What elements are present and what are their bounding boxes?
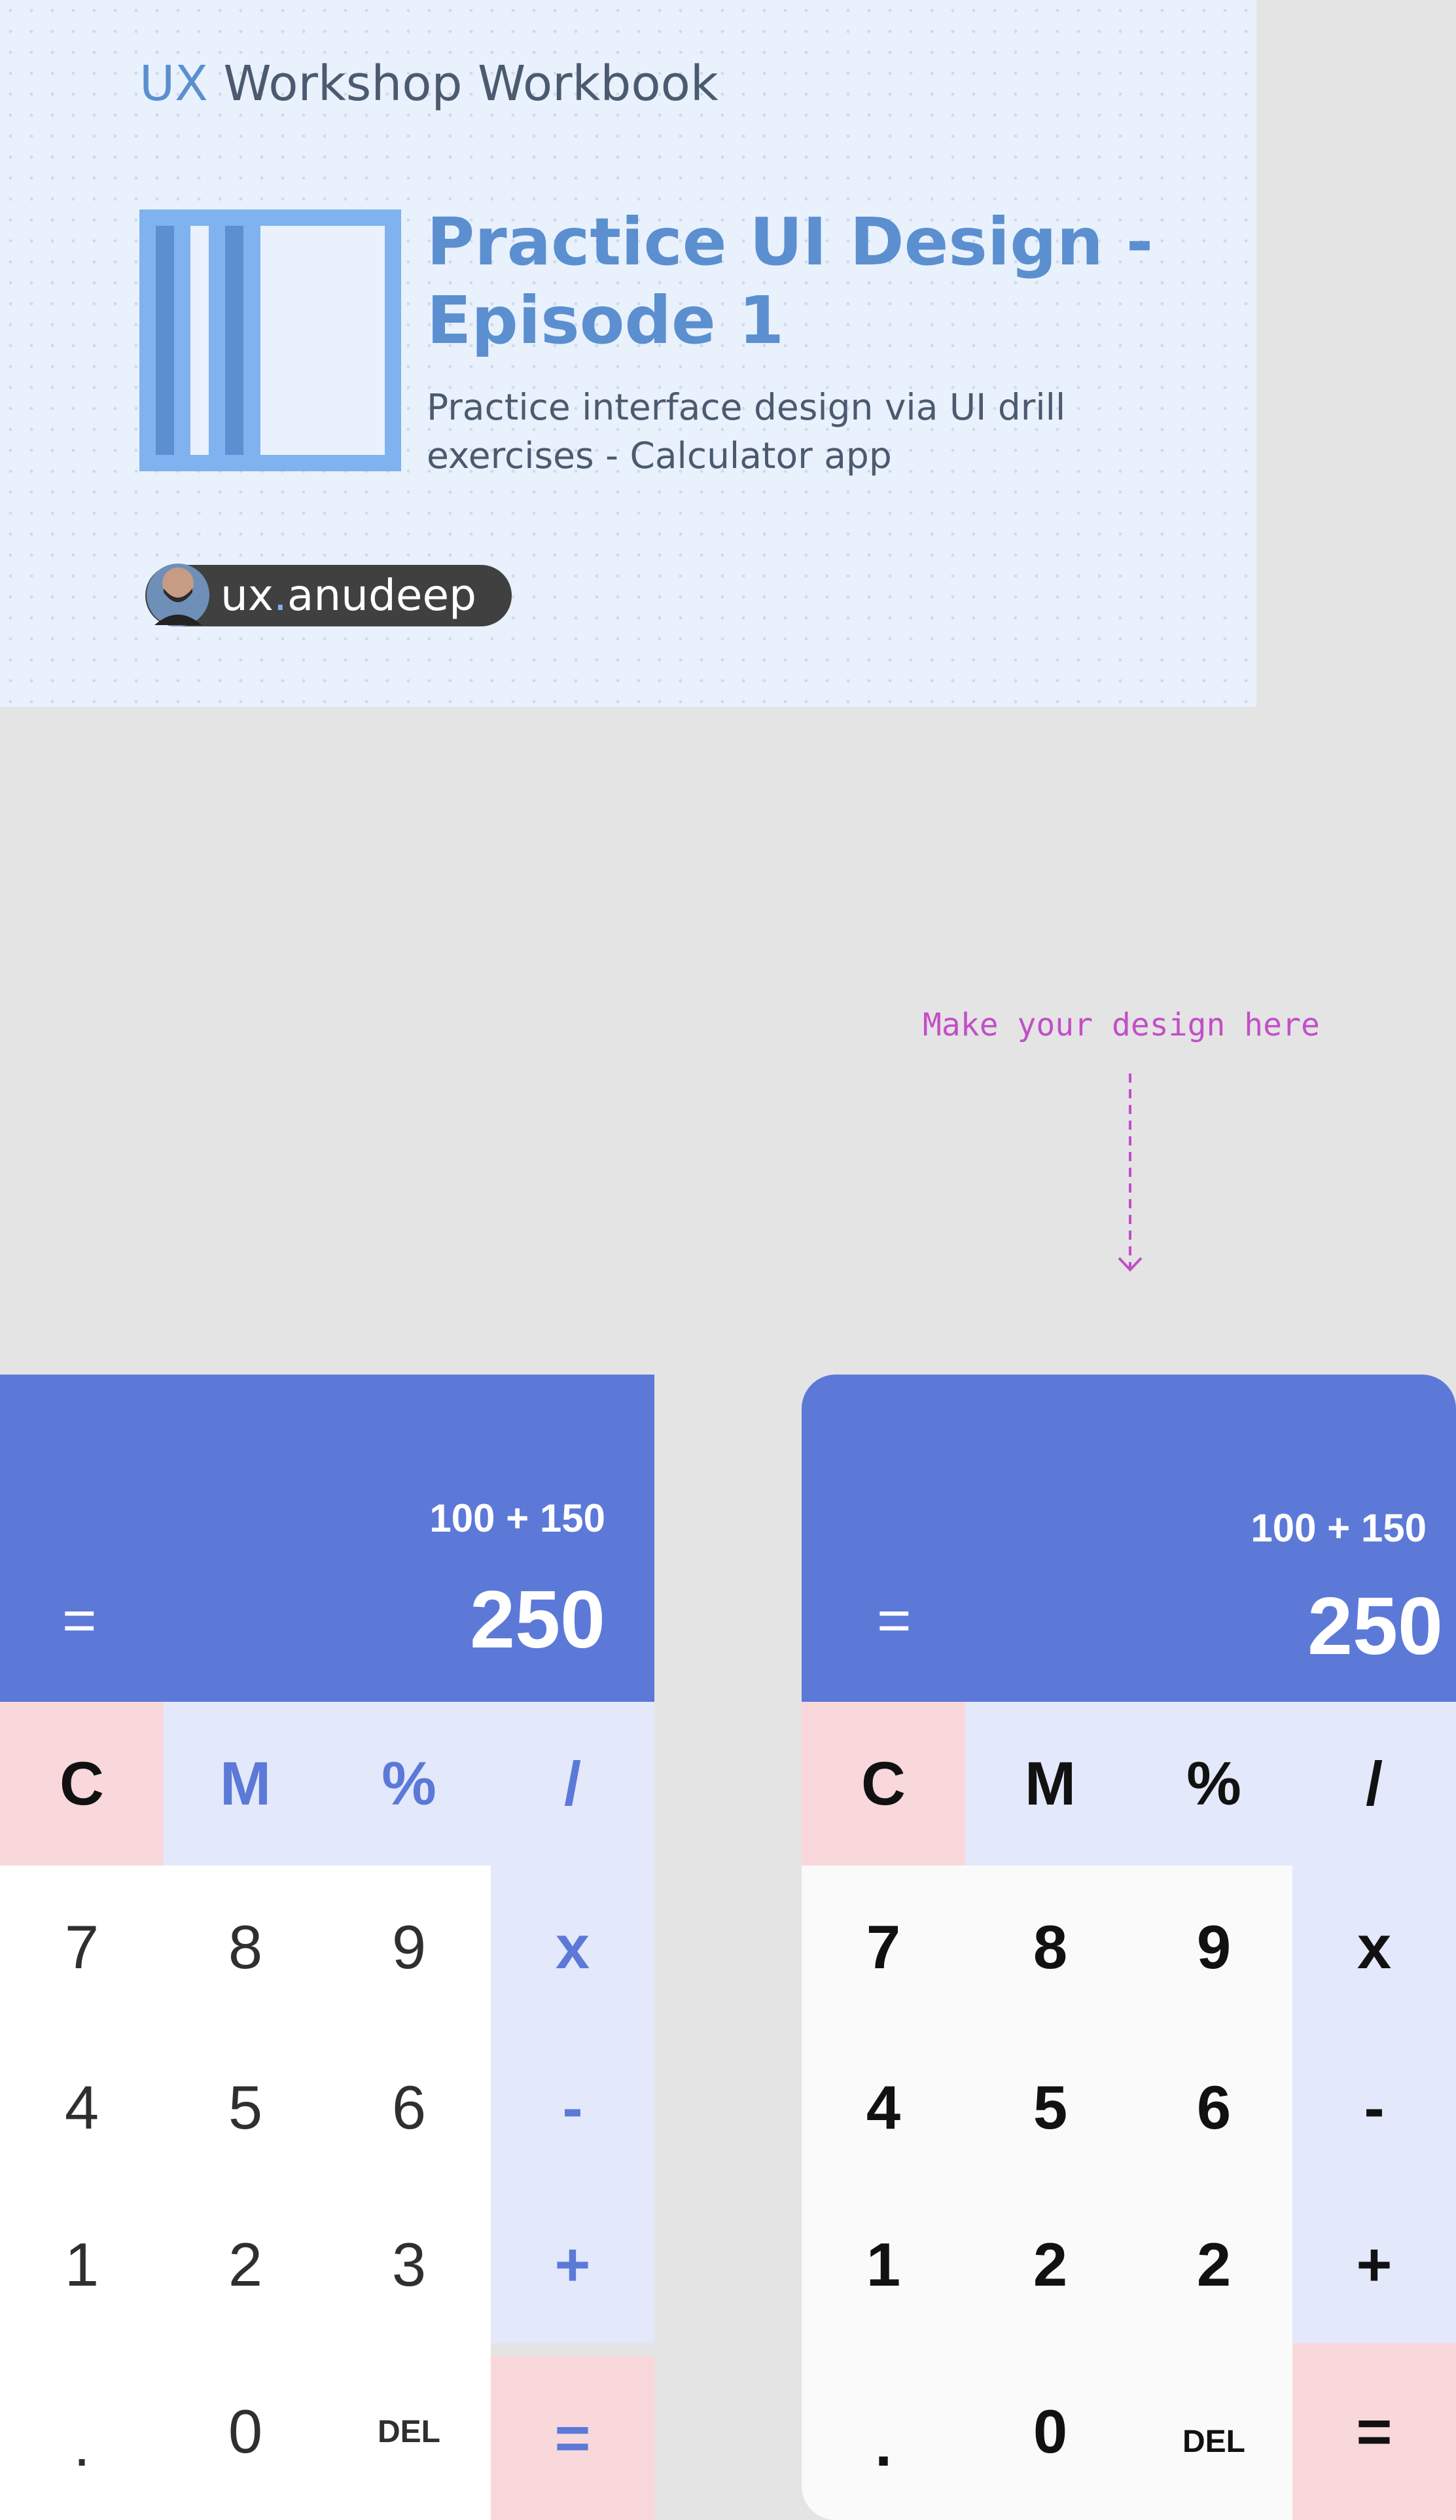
digit-5-button[interactable]: 5	[164, 2029, 327, 2186]
delete-button[interactable]: DEL	[1135, 2343, 1292, 2520]
plus-button[interactable]: +	[491, 2186, 654, 2343]
workbook-title-ux: UX	[139, 56, 208, 112]
divide-button[interactable]: /	[491, 1702, 654, 1865]
digit-9-button[interactable]: 9	[1135, 1865, 1292, 2029]
equals-indicator: =	[877, 1588, 912, 1653]
digit-0-button[interactable]: 0	[164, 2343, 327, 2520]
multiply-button[interactable]: x	[491, 1865, 654, 2029]
author-handle-suffix: anudeep	[287, 570, 476, 621]
author-handle-prefix: ux	[221, 570, 274, 621]
workbook-title-rest: Workshop Workbook	[207, 56, 719, 112]
episode-subtitle: Practice interface design via UI drill e…	[427, 386, 1066, 477]
design-here-annotation: Make your design here	[923, 1007, 1320, 1043]
decimal-button[interactable]: .	[0, 2343, 164, 2520]
divide-button[interactable]: /	[1292, 1702, 1456, 1865]
decimal-button[interactable]: .	[802, 2343, 965, 2520]
equals-button[interactable]: =	[491, 2356, 654, 2520]
digit-0-button[interactable]: 0	[965, 2343, 1135, 2520]
expression-text: 100 + 150	[429, 1496, 605, 1540]
digit-1-button[interactable]: 1	[802, 2186, 965, 2343]
percent-button[interactable]: %	[327, 1702, 491, 1865]
digit-2-button[interactable]: 2	[965, 2186, 1135, 2343]
digit-7-button[interactable]: 7	[0, 1865, 164, 2029]
memory-button[interactable]: M	[965, 1702, 1135, 1865]
design-calculator: 100 + 150 = 250 C M % / 7 8 9 x 4 5 6 - …	[802, 1375, 1456, 2520]
digit-2-button[interactable]: 2	[164, 2186, 327, 2343]
result-text: 250	[1307, 1581, 1443, 1672]
memory-button[interactable]: M	[164, 1702, 327, 1865]
digit-3-button[interactable]: 3	[327, 2186, 491, 2343]
down-arrow-icon	[1118, 1073, 1143, 1272]
digit-1-button[interactable]: 1	[0, 2186, 164, 2343]
digit-9-button[interactable]: 9	[327, 1865, 491, 2029]
digit-4-button[interactable]: 4	[802, 2029, 965, 2186]
workbook-title: UX Workshop Workbook	[139, 51, 719, 117]
episode-book-icon	[139, 209, 401, 471]
percent-button[interactable]: %	[1135, 1702, 1292, 1865]
episode-title: Practice UI Design - Episode 1	[427, 204, 1154, 359]
digit-5-button[interactable]: 5	[965, 2029, 1135, 2186]
digit-7-button[interactable]: 7	[802, 1865, 965, 2029]
author-avatar	[147, 564, 209, 626]
plus-button[interactable]: +	[1292, 2186, 1456, 2343]
calculator-display: 100 + 150 = 250	[0, 1375, 654, 1702]
result-text: 250	[470, 1575, 605, 1665]
expression-text: 100 + 150	[1251, 1506, 1427, 1550]
clear-button[interactable]: C	[802, 1702, 965, 1865]
equals-indicator: =	[62, 1588, 97, 1653]
minus-button[interactable]: -	[1292, 2029, 1456, 2186]
digit-8-button[interactable]: 8	[965, 1865, 1135, 2029]
digit-4-button[interactable]: 4	[0, 2029, 164, 2186]
multiply-button[interactable]: x	[1292, 1865, 1456, 2029]
minus-button[interactable]: -	[491, 2029, 654, 2186]
equals-button[interactable]: =	[1292, 2343, 1456, 2520]
calculator-display: 100 + 150 = 250	[802, 1375, 1456, 1702]
workbook-header-card: UX Workshop Workbook Practice UI Design …	[0, 0, 1256, 707]
delete-button[interactable]: DEL	[327, 2343, 491, 2520]
clear-button[interactable]: C	[0, 1702, 164, 1865]
reference-calculator: 100 + 150 = 250 C M % / 7 8 9 x 4 5 6 - …	[0, 1375, 654, 2520]
digit-6-button[interactable]: 6	[327, 2029, 491, 2186]
digit-3-button[interactable]: 2	[1135, 2186, 1292, 2343]
author-handle-dot: .	[273, 570, 287, 621]
author-handle[interactable]: ux.anudeep	[221, 565, 476, 626]
digit-6-button[interactable]: 6	[1135, 2029, 1292, 2186]
digit-8-button[interactable]: 8	[164, 1865, 327, 2029]
